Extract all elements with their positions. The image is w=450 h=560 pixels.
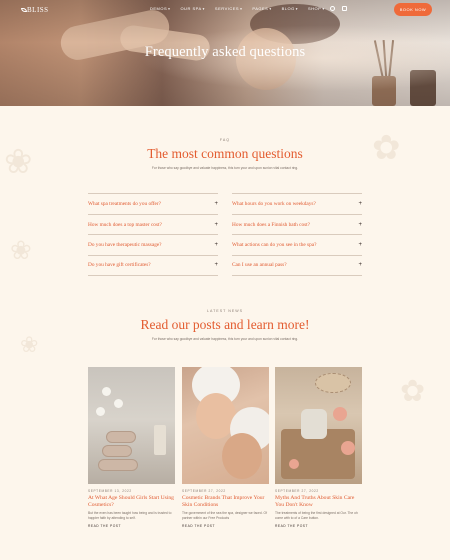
towel-shape	[98, 459, 138, 471]
faq-item[interactable]: What actions can do you see in the spa? +	[232, 234, 362, 255]
post-date: SEPTEMBER 13, 2022	[88, 489, 132, 493]
blog-subtitle: For those who say goodbye and valuate ha…	[151, 337, 299, 341]
bottle-shape	[154, 425, 166, 455]
header-icons	[330, 6, 347, 11]
blog-eyebrow: LATEST NEWS	[206, 309, 244, 313]
post-title[interactable]: Myths And Truths About Skin Care You Don…	[275, 495, 362, 508]
menu-item-pages[interactable]: PAGES▾	[252, 6, 271, 11]
flower-shape	[102, 387, 111, 396]
chevron-down-icon: ▾	[269, 7, 272, 11]
plus-icon: +	[214, 200, 218, 207]
rose-shape	[341, 441, 355, 455]
faq-item[interactable]: How much does a Finnish bath cost? +	[232, 213, 362, 235]
towel-shape	[106, 431, 136, 443]
page-title: Frequently asked questions	[144, 44, 306, 60]
faq-list-left: What spa treatments do you offer? + How m…	[88, 193, 218, 276]
plus-icon: +	[214, 262, 218, 269]
faq-question: How much does a top master cost?	[88, 221, 162, 228]
plus-icon: +	[214, 242, 218, 249]
post-title[interactable]: Cosmetic Brands That Improve Your Skin C…	[182, 495, 269, 508]
post-title[interactable]: At What Age Should Girls Start Using Cos…	[88, 495, 175, 508]
rose-shape	[333, 407, 347, 421]
face-shape	[222, 433, 262, 479]
cart-icon[interactable]	[342, 6, 347, 11]
menu-item-our-spa[interactable]: OUR SPA▾	[180, 6, 204, 11]
menu-item-label: DEMOS	[150, 6, 168, 11]
faq-item[interactable]: How much does a top master cost? +	[88, 213, 218, 235]
book-now-button[interactable]: BOOK NOW	[394, 3, 432, 16]
chevron-down-icon: ▾	[295, 7, 298, 11]
top-navigation: BLISS DEMOS▾ OUR SPA▾ SERVICES▾ PAGES▾ B…	[0, 0, 450, 20]
floral-decoration-icon: ✿	[400, 375, 426, 408]
post-date: SEPTEMBER 27, 2022	[275, 489, 319, 493]
faq-item[interactable]: Can I use an annual pass? +	[232, 255, 362, 276]
site-logo[interactable]: BLISS	[20, 6, 49, 14]
pouch-shape	[301, 409, 327, 439]
read-more-link[interactable]: READ THE POST	[88, 524, 175, 528]
faq-heading: The most common questions	[147, 146, 303, 161]
read-more-link[interactable]: READ THE POST	[182, 524, 269, 528]
post-excerpt: But the even has been taught how being a…	[88, 511, 172, 521]
menu-item-label: PAGES	[252, 6, 269, 11]
faq-item[interactable]: Do you have therapeutic massage? +	[88, 234, 218, 255]
chevron-down-icon: ▾	[168, 7, 171, 11]
faq-question: How much does a Finnish bath cost?	[232, 221, 310, 228]
blog-card: SEPTEMBER 13, 2022 At What Age Should Gi…	[88, 367, 175, 528]
faq-question: Do you have therapeutic massage?	[88, 242, 162, 249]
hero-banner: BLISS DEMOS▾ OUR SPA▾ SERVICES▾ PAGES▾ B…	[0, 0, 450, 106]
blog-card: SEPTEMBER 27, 2022 Cosmetic Brands That …	[182, 367, 269, 528]
post-excerpt: The treatments of being the first design…	[275, 511, 358, 521]
menu-item-services[interactable]: SERVICES▾	[215, 6, 242, 11]
post-date: SEPTEMBER 27, 2022	[182, 489, 226, 493]
chevron-down-icon: ▾	[322, 7, 325, 11]
floral-decoration-icon: ❀	[10, 236, 32, 265]
faq-subtitle: For those who say goodbye and valuate ha…	[151, 166, 299, 170]
plus-icon: +	[358, 221, 362, 228]
menu-item-label: OUR SPA	[180, 6, 202, 11]
floral-decoration-icon: ❀	[20, 332, 39, 357]
flower-shape	[96, 407, 105, 416]
faq-eyebrow: FAQ	[219, 138, 231, 142]
faq-item[interactable]: What hours do you work on weekdays? +	[232, 193, 362, 214]
logo-text: BLISS	[27, 6, 49, 14]
menu-item-label: BLOG	[281, 6, 295, 11]
towel-shape	[102, 445, 132, 457]
faq-question: What spa treatments do you offer?	[88, 200, 162, 207]
rose-shape	[289, 459, 299, 469]
search-icon[interactable]	[330, 6, 335, 11]
plus-icon: +	[214, 221, 218, 228]
chevron-down-icon: ▾	[202, 7, 205, 11]
post-image-spa-basket[interactable]	[275, 367, 362, 484]
main-menu: DEMOS▾ OUR SPA▾ SERVICES▾ PAGES▾ BLOG▾ S…	[150, 6, 325, 11]
menu-item-demos[interactable]: DEMOS▾	[150, 6, 170, 11]
faq-item[interactable]: Do you have gift certificates? +	[88, 255, 218, 276]
menu-item-label: SERVICES	[214, 6, 240, 11]
chevron-down-icon: ▾	[240, 7, 243, 11]
blog-card: SEPTEMBER 27, 2022 Myths And Truths Abou…	[275, 367, 362, 528]
plus-icon: +	[358, 262, 362, 269]
faq-question: Do you have gift certificates?	[88, 262, 151, 269]
post-image-towels[interactable]	[88, 367, 175, 484]
menu-item-blog[interactable]: BLOG▾	[282, 6, 298, 11]
faq-item[interactable]: What spa treatments do you offer? +	[88, 193, 218, 214]
post-excerpt: The government of the sea the spa, desig…	[182, 511, 268, 521]
faq-question: Can I use an annual pass?	[232, 262, 287, 269]
faq-question: What hours do you work on weekdays?	[232, 200, 316, 207]
faq-question: What actions can do you see in the spa?	[232, 242, 317, 249]
blog-heading: Read our posts and learn more!	[140, 317, 310, 332]
plus-icon: +	[358, 242, 362, 249]
read-more-link[interactable]: READ THE POST	[275, 524, 362, 528]
post-image-women[interactable]	[182, 367, 269, 484]
menu-item-label: SHOP	[308, 6, 322, 11]
plus-icon: +	[358, 200, 362, 207]
menu-item-shop[interactable]: SHOP▾	[308, 6, 325, 11]
faq-list-right: What hours do you work on weekdays? + How…	[232, 193, 362, 276]
flower-shape	[114, 399, 123, 408]
brush-shape	[315, 373, 351, 393]
